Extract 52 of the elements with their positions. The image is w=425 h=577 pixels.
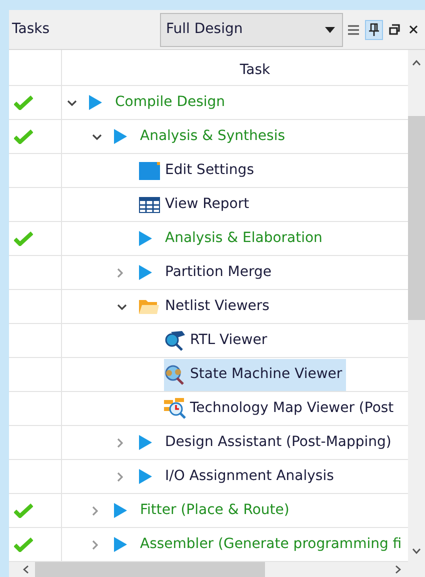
collapse-chevron-icon[interactable] bbox=[117, 304, 127, 310]
play-icon bbox=[139, 231, 152, 246]
play-icon bbox=[89, 95, 102, 110]
play-icon bbox=[114, 537, 127, 552]
horizontal-scrollbar[interactable] bbox=[9, 562, 425, 577]
scroll-up-icon[interactable] bbox=[412, 60, 421, 66]
magnifier-icon bbox=[164, 364, 186, 386]
scroll-right-icon[interactable] bbox=[395, 565, 401, 574]
task-item[interactable]: Design Assistant (Post-Mapping) bbox=[139, 426, 396, 458]
menu-icon[interactable] bbox=[348, 24, 359, 34]
flow-dropdown[interactable]: Full Design bbox=[160, 12, 343, 46]
scroll-left-icon[interactable] bbox=[23, 565, 29, 574]
collapse-chevron-icon[interactable] bbox=[92, 134, 102, 140]
task-item[interactable]: Assembler (Generate programming fi bbox=[114, 528, 406, 560]
window-icon bbox=[139, 162, 160, 180]
vertical-scrollbar[interactable] bbox=[408, 50, 425, 562]
task-item[interactable]: State Machine Viewer bbox=[164, 358, 346, 390]
panel-title: Tasks bbox=[12, 20, 51, 39]
scroll-down-icon[interactable] bbox=[412, 548, 421, 554]
expand-chevron-icon[interactable] bbox=[92, 540, 98, 550]
task-item[interactable]: View Report bbox=[139, 188, 254, 220]
task-item[interactable]: I/O Assignment Analysis bbox=[139, 460, 338, 492]
task-item[interactable]: Edit Settings bbox=[139, 154, 258, 186]
play-icon bbox=[139, 265, 152, 280]
task-item[interactable]: Analysis & Elaboration bbox=[139, 222, 326, 254]
task-item[interactable]: RTL Viewer bbox=[164, 324, 272, 356]
column-header[interactable]: Task bbox=[240, 60, 270, 81]
task-item[interactable]: Netlist Viewers bbox=[139, 290, 274, 322]
magnifier-icon bbox=[164, 330, 186, 352]
scroll-thumb[interactable] bbox=[408, 116, 425, 320]
play-icon bbox=[114, 129, 127, 144]
task-item[interactable]: Fitter (Place & Route) bbox=[114, 494, 294, 526]
task-item[interactable]: Analysis & Synthesis bbox=[114, 120, 289, 152]
play-icon bbox=[139, 435, 152, 450]
table-icon bbox=[139, 196, 160, 212]
expand-chevron-icon[interactable] bbox=[117, 438, 123, 448]
folder-icon bbox=[139, 298, 159, 314]
pin-button[interactable] bbox=[365, 20, 383, 40]
play-icon bbox=[139, 469, 152, 484]
task-item[interactable]: Compile Design bbox=[89, 86, 230, 118]
restore-icon[interactable] bbox=[389, 24, 400, 35]
expand-chevron-icon[interactable] bbox=[117, 472, 123, 482]
expand-chevron-icon[interactable] bbox=[92, 506, 98, 516]
collapse-chevron-icon[interactable] bbox=[67, 100, 77, 106]
caret-icon bbox=[325, 26, 335, 32]
scroll-thumb[interactable] bbox=[35, 562, 265, 577]
task-item[interactable]: Partition Merge bbox=[139, 256, 276, 288]
close-icon[interactable] bbox=[409, 25, 418, 34]
expand-chevron-icon[interactable] bbox=[117, 268, 123, 278]
task-item[interactable]: Technology Map Viewer (Post bbox=[164, 392, 398, 424]
magnifier-icon bbox=[164, 398, 186, 420]
play-icon bbox=[114, 503, 127, 518]
